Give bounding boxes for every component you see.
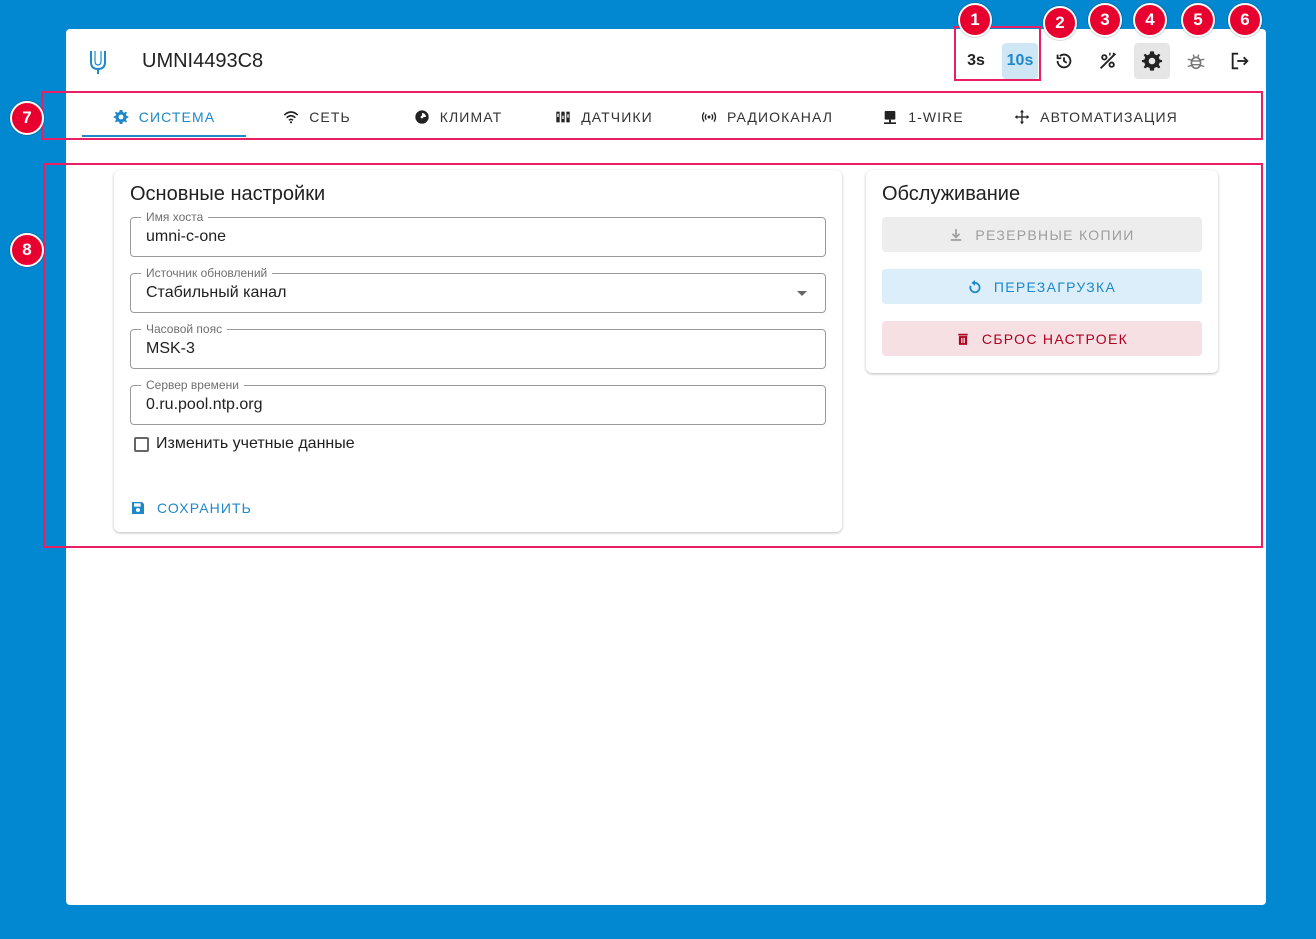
accent-toggle-button[interactable]: [1090, 43, 1126, 79]
annotation-marker-4: 4: [1133, 3, 1167, 37]
history-icon: [1056, 53, 1072, 69]
settings-button[interactable]: [1134, 43, 1170, 79]
debug-icon: [1187, 54, 1205, 70]
annotation-marker-1: 1: [958, 3, 992, 37]
logout-icon: [1231, 52, 1249, 70]
debug-button[interactable]: [1178, 43, 1214, 79]
settings-icon: [1141, 51, 1163, 71]
annotation-marker-7: 7: [10, 101, 44, 135]
annotation-box-7: [41, 91, 1263, 140]
umni-logo-icon: [90, 51, 106, 74]
accent-off-icon: [1100, 52, 1116, 69]
annotation-marker-8: 8: [10, 233, 44, 267]
annotation-box-8: [43, 163, 1263, 548]
annotation-marker-6: 6: [1228, 3, 1262, 37]
annotation-marker-3: 3: [1088, 3, 1122, 37]
annotation-marker-5: 5: [1181, 3, 1215, 37]
history-button[interactable]: [1046, 43, 1082, 79]
device-title: UMNI4493C8: [142, 50, 264, 72]
logout-button[interactable]: [1222, 43, 1258, 79]
annotation-marker-2: 2: [1043, 6, 1077, 40]
